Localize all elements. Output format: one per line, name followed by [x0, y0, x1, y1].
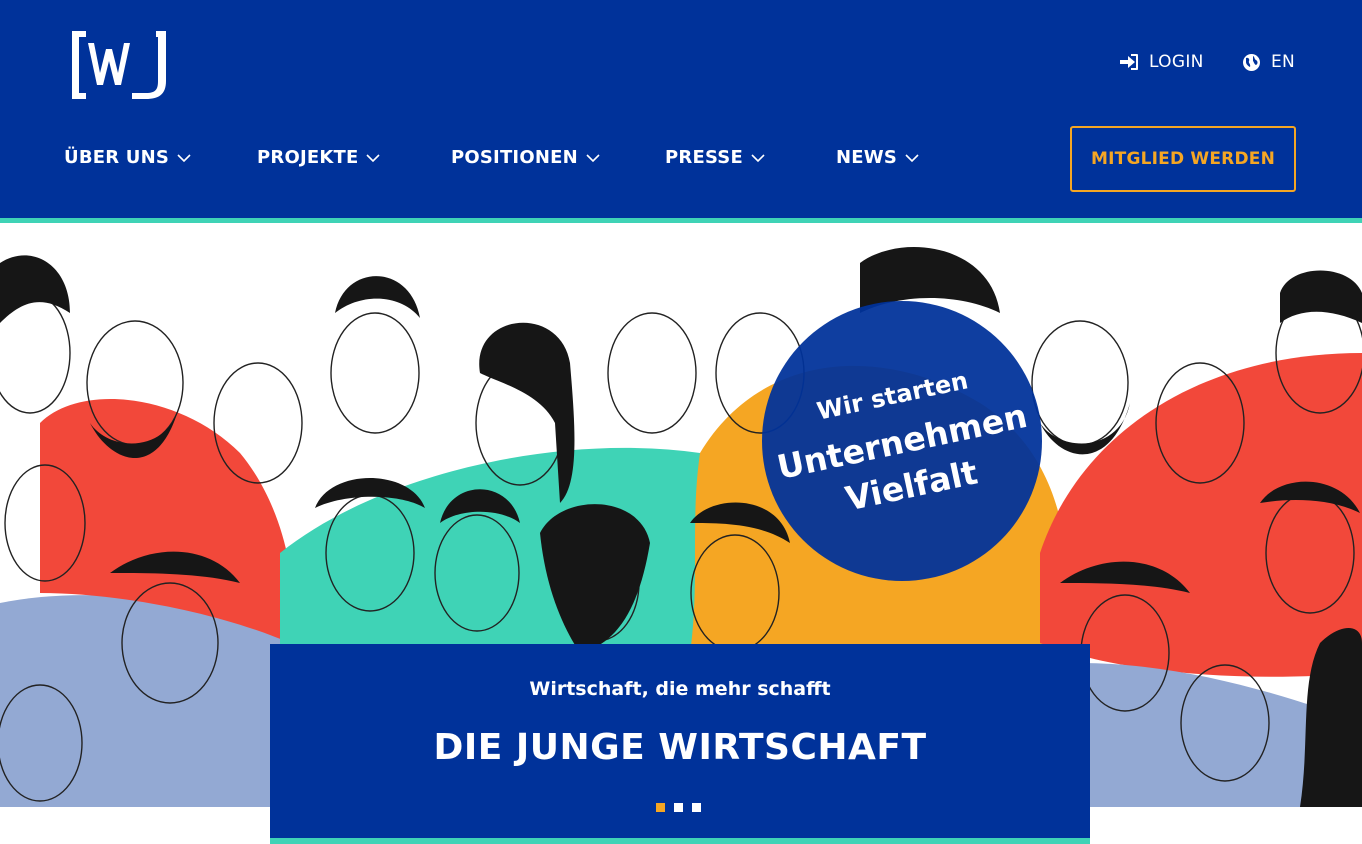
chevron-down-icon [366, 153, 381, 162]
nav-item-news[interactable]: NEWS [836, 147, 919, 168]
nav-label: POSITIONEN [451, 147, 578, 168]
chevron-down-icon [586, 153, 600, 162]
hero-subline: Wirtschaft, die mehr schafft [529, 678, 831, 700]
wj-logo[interactable] [70, 29, 168, 101]
slider-dot-1[interactable] [656, 803, 665, 812]
nav-label: NEWS [836, 147, 897, 168]
nav-item-ueber-uns[interactable]: ÜBER UNS [64, 147, 191, 168]
become-member-button[interactable]: MITGLIED WERDEN [1070, 126, 1296, 192]
login-link[interactable]: LOGIN [1119, 52, 1204, 72]
slider-dot-3[interactable] [692, 803, 701, 812]
language-switch[interactable]: EN [1242, 52, 1295, 72]
nav-label: PROJEKTE [257, 147, 359, 168]
slider-dots [656, 803, 701, 812]
nav-label: ÜBER UNS [64, 147, 170, 168]
globe-icon [1243, 53, 1260, 71]
slider-dot-2[interactable] [674, 803, 683, 812]
lang-label: EN [1271, 52, 1296, 72]
login-label: LOGIN [1149, 52, 1204, 72]
site-header: LOGIN EN ÜBER UNS PROJEKTE POSITIONEN PR… [0, 0, 1362, 218]
nav-label: PRESSE [665, 147, 743, 168]
chevron-down-icon [905, 153, 919, 162]
hero-headline: DIE JUNGE WIRTSCHAFT [433, 727, 927, 768]
caption-accent-stripe [270, 838, 1090, 844]
chevron-down-icon [177, 153, 191, 162]
cta-label: MITGLIED WERDEN [1091, 149, 1275, 169]
nav-item-positionen[interactable]: POSITIONEN [451, 147, 600, 168]
nav-item-presse[interactable]: PRESSE [665, 147, 765, 168]
sign-in-icon [1120, 54, 1138, 70]
nav-item-projekte[interactable]: PROJEKTE [257, 147, 381, 168]
diversity-badge: Wir starten Unternehmen Vielfalt [762, 301, 1042, 581]
chevron-down-icon [751, 153, 765, 162]
